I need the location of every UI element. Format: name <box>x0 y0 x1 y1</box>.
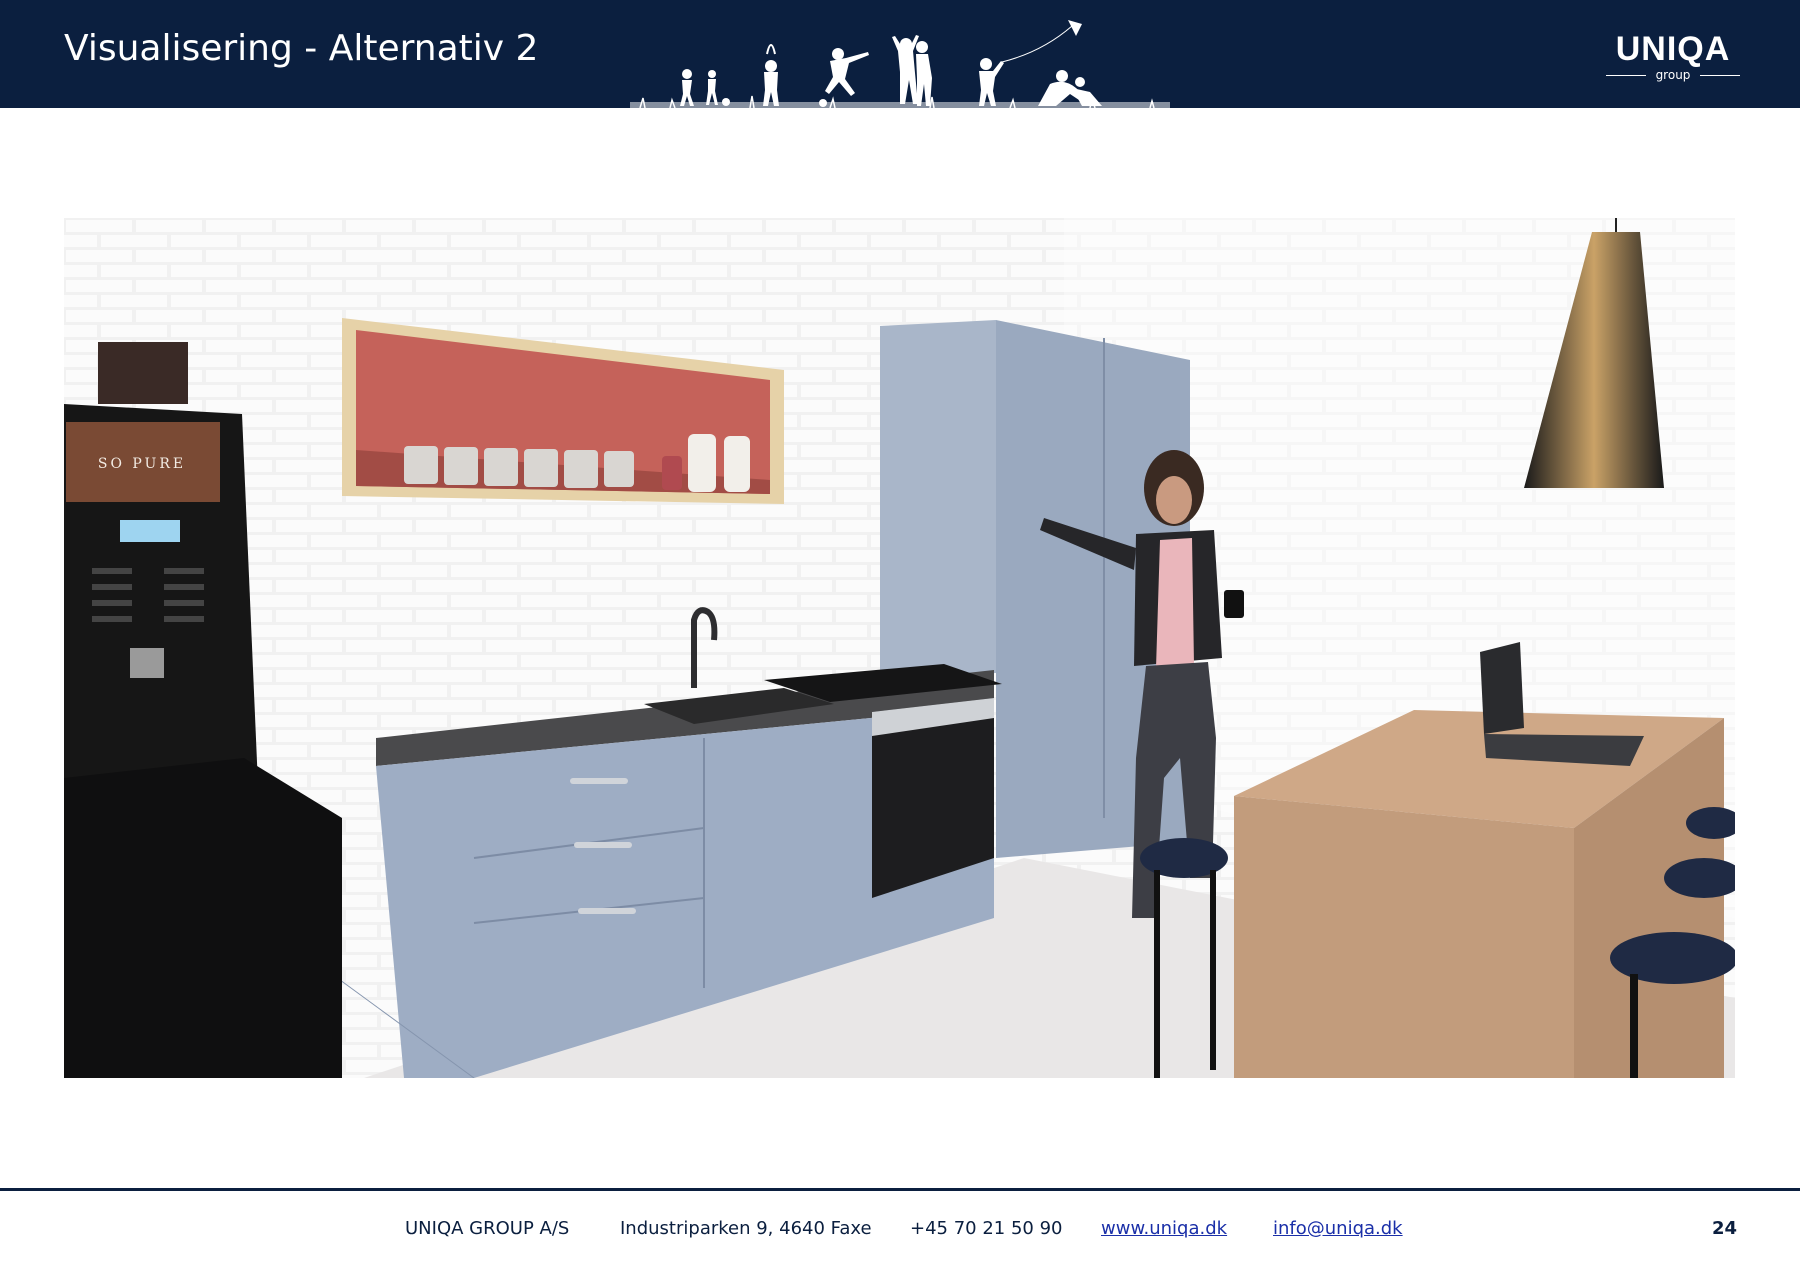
footer-website-link[interactable]: www.uniqa.dk <box>1101 1218 1227 1239</box>
children-silhouettes-icon <box>630 20 1170 108</box>
footer-divider <box>0 1188 1800 1191</box>
logo-wordmark: UNIQA <box>1615 30 1731 68</box>
page-title: Visualisering - Alternativ 2 <box>64 28 539 69</box>
footer-email-link[interactable]: info@uniqa.dk <box>1273 1218 1403 1239</box>
page-number: 24 <box>1712 1218 1738 1239</box>
logo-line-right <box>1700 75 1740 76</box>
machine-brand-label: SO PURE <box>98 456 186 472</box>
footer-phone: +45 70 21 50 90 <box>910 1218 1063 1239</box>
page-footer: UNIQA GROUP A/S Industriparken 9, 4640 F… <box>0 1218 1800 1248</box>
uniqa-logo: UNIQA group <box>1598 30 1748 86</box>
footer-address: Industriparken 9, 4640 Faxe <box>620 1218 872 1239</box>
page-header: Visualisering - Alternativ 2 UNIQA group <box>0 0 1800 108</box>
footer-company: UNIQA GROUP A/S <box>405 1218 570 1239</box>
kitchen-visualisation-image: SO PURE <box>64 218 1735 1078</box>
